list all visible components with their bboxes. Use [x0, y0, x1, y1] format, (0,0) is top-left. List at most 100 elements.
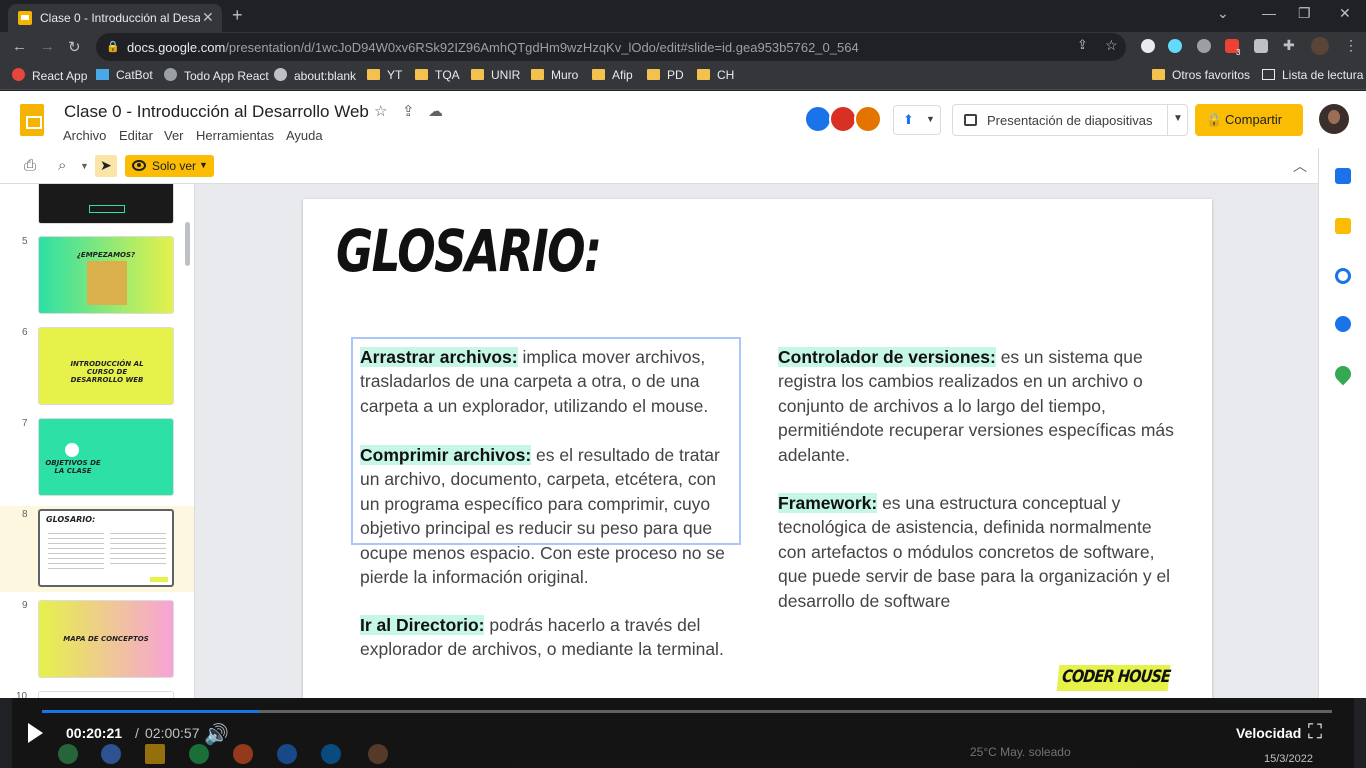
- slide-thumbnail[interactable]: INTRODUCCIÓN AL CURSO DE DESARROLLO WEB: [38, 327, 174, 405]
- user-avatar[interactable]: [1319, 104, 1349, 134]
- slides-header: Clase 0 - Introducción al Desarrollo Web…: [0, 91, 1366, 148]
- close-window-icon[interactable]: ✕: [1339, 5, 1351, 22]
- cloud-status-icon: ☁: [428, 103, 443, 120]
- share-page-icon[interactable]: ⇪: [1077, 37, 1091, 52]
- present-button[interactable]: Presentación de diapositivas ▼: [952, 104, 1188, 136]
- glossary-term: Framework:: [778, 493, 878, 513]
- bookmark-item[interactable]: React App: [12, 68, 87, 83]
- slide-thumbnail[interactable]: MAPA DE CONCEPTOS: [38, 600, 174, 678]
- tasks-icon[interactable]: [1335, 268, 1351, 284]
- bookmark-item[interactable]: about:blank: [274, 68, 356, 83]
- chevron-down-icon[interactable]: ▼: [80, 161, 89, 171]
- contacts-icon[interactable]: [1335, 316, 1351, 332]
- bookmark-label: UNIR: [491, 68, 521, 82]
- share-button[interactable]: 🔒 Compartir: [1195, 104, 1303, 136]
- profile-avatar[interactable]: [1311, 37, 1329, 55]
- minimize-icon[interactable]: —: [1262, 5, 1276, 21]
- bookmark-folder[interactable]: PD: [647, 68, 684, 82]
- print-icon[interactable]: ⎙: [24, 157, 36, 174]
- filmstrip-scrollbar[interactable]: [185, 222, 190, 266]
- volume-icon[interactable]: 🔊: [204, 722, 229, 747]
- extension-badge: 3: [1236, 48, 1241, 57]
- slide-thumbnail[interactable]: ¿EMPEZAMOS?: [38, 236, 174, 314]
- browser-tab[interactable]: Clase 0 - Introducción al Desarrollo Web…: [8, 4, 222, 32]
- slides-logo-icon[interactable]: [20, 104, 44, 136]
- taskbar-app-icon[interactable]: [368, 744, 388, 764]
- reading-list[interactable]: Lista de lectura: [1262, 68, 1363, 82]
- glossary-entry: Ir al Directorio: podrás hacerlo a travé…: [360, 613, 730, 662]
- forward-icon[interactable]: →: [40, 38, 55, 55]
- chevron-up-icon[interactable]: ︿: [1293, 156, 1307, 176]
- address-bar[interactable]: 🔒 docs.google.com/presentation/d/1wcJoD9…: [96, 33, 1126, 61]
- vscode-icon[interactable]: [321, 744, 341, 764]
- extension-icon[interactable]: [1141, 39, 1155, 53]
- restore-icon[interactable]: ❐: [1298, 5, 1311, 22]
- bookmark-item[interactable]: Todo App React: [164, 68, 269, 83]
- bookmark-folder[interactable]: YT: [367, 68, 402, 82]
- file-explorer-icon[interactable]: [145, 744, 165, 764]
- menu-ayuda[interactable]: Ayuda: [286, 128, 323, 143]
- bookmark-folder[interactable]: TQA: [415, 68, 460, 82]
- menu-kebab-icon[interactable]: ⋮: [1344, 37, 1358, 53]
- bookmark-folder[interactable]: CH: [697, 68, 734, 82]
- playback-speed-button[interactable]: Velocidad: [1236, 725, 1301, 741]
- slide-thumbnail[interactable]: OBJETIVOS DE LA CLASE: [38, 418, 174, 496]
- slide-number: 5: [22, 236, 28, 247]
- exit-fullscreen-icon[interactable]: ⛶: [1308, 721, 1322, 744]
- glossary-term: Controlador de versiones:: [778, 347, 996, 367]
- back-icon[interactable]: ←: [12, 38, 27, 55]
- folder-icon: [697, 69, 710, 80]
- reload-icon[interactable]: ↻: [68, 38, 81, 56]
- new-tab-icon[interactable]: +: [232, 5, 243, 26]
- bookmark-folder[interactable]: Muro: [531, 68, 578, 82]
- menu-editar[interactable]: Editar: [119, 128, 153, 143]
- collaborator-avatar[interactable]: [854, 105, 882, 133]
- react-icon: [12, 68, 25, 81]
- collaborator-avatar[interactable]: [804, 105, 832, 133]
- move-icon[interactable]: ⇪: [402, 102, 415, 120]
- taskbar-app-icon[interactable]: [233, 744, 253, 764]
- document-title[interactable]: Clase 0 - Introducción al Desarrollo Web: [64, 102, 369, 122]
- tab-close-icon[interactable]: ✕: [202, 9, 214, 26]
- tab-search-icon[interactable]: ⌄: [1217, 5, 1229, 22]
- camera-icon[interactable]: [1254, 39, 1268, 53]
- extension-icon[interactable]: [1197, 39, 1211, 53]
- bookmark-label: React App: [32, 69, 88, 83]
- maps-icon[interactable]: [1331, 362, 1355, 386]
- other-bookmarks[interactable]: Otros favoritos: [1152, 68, 1250, 82]
- play-icon[interactable]: [28, 723, 43, 743]
- bookmark-item[interactable]: CatBot: [96, 68, 153, 82]
- puzzle-icon[interactable]: ✚: [1283, 37, 1297, 53]
- glossary-term: Arrastrar archivos:: [360, 347, 518, 367]
- thumbnail-text: [110, 533, 166, 567]
- menu-ver[interactable]: Ver: [164, 128, 184, 143]
- catbot-icon: [96, 69, 109, 80]
- select-tool-button[interactable]: ➤: [95, 155, 117, 177]
- menu-archivo[interactable]: Archivo: [63, 128, 106, 143]
- video-player-controls: 00:20:21 / 02:00:57 🔊 Velocidad ⛶: [12, 698, 1354, 768]
- star-icon[interactable]: ☆: [374, 102, 387, 120]
- bookmark-folder[interactable]: UNIR: [471, 68, 520, 82]
- video-progress-bar[interactable]: [42, 710, 1332, 713]
- chrome-icon[interactable]: [58, 744, 78, 764]
- slide-number: 10: [16, 691, 28, 698]
- zoom-icon[interactable]: ⌕: [58, 157, 66, 174]
- meet-present-button[interactable]: ⬆ ▼: [893, 105, 941, 135]
- taskbar-app-icon[interactable]: [277, 744, 297, 764]
- bookmark-folder[interactable]: Afip: [592, 68, 633, 82]
- taskbar-app-icon[interactable]: [101, 744, 121, 764]
- slide-thumbnail[interactable]: [38, 691, 174, 698]
- menu-herramientas[interactable]: Herramientas: [196, 128, 274, 143]
- react-devtools-icon[interactable]: [1168, 39, 1182, 53]
- bookmark-star-icon[interactable]: ☆: [1105, 37, 1119, 53]
- calendar-icon[interactable]: [1335, 168, 1351, 184]
- slide-thumbnail-selected[interactable]: GLOSARIO:: [38, 509, 174, 587]
- view-only-button[interactable]: Solo ver ▼: [125, 155, 214, 177]
- slide-thumbnail[interactable]: [38, 184, 174, 224]
- glossary-entry: Framework: es una estructura conceptual …: [778, 491, 1183, 613]
- collaborator-avatar[interactable]: [829, 105, 857, 133]
- weather-widget[interactable]: 25°C May. soleado: [970, 745, 1071, 759]
- spotify-icon[interactable]: [189, 744, 209, 764]
- keep-icon[interactable]: [1335, 218, 1351, 234]
- chevron-down-icon[interactable]: ▼: [1173, 113, 1183, 124]
